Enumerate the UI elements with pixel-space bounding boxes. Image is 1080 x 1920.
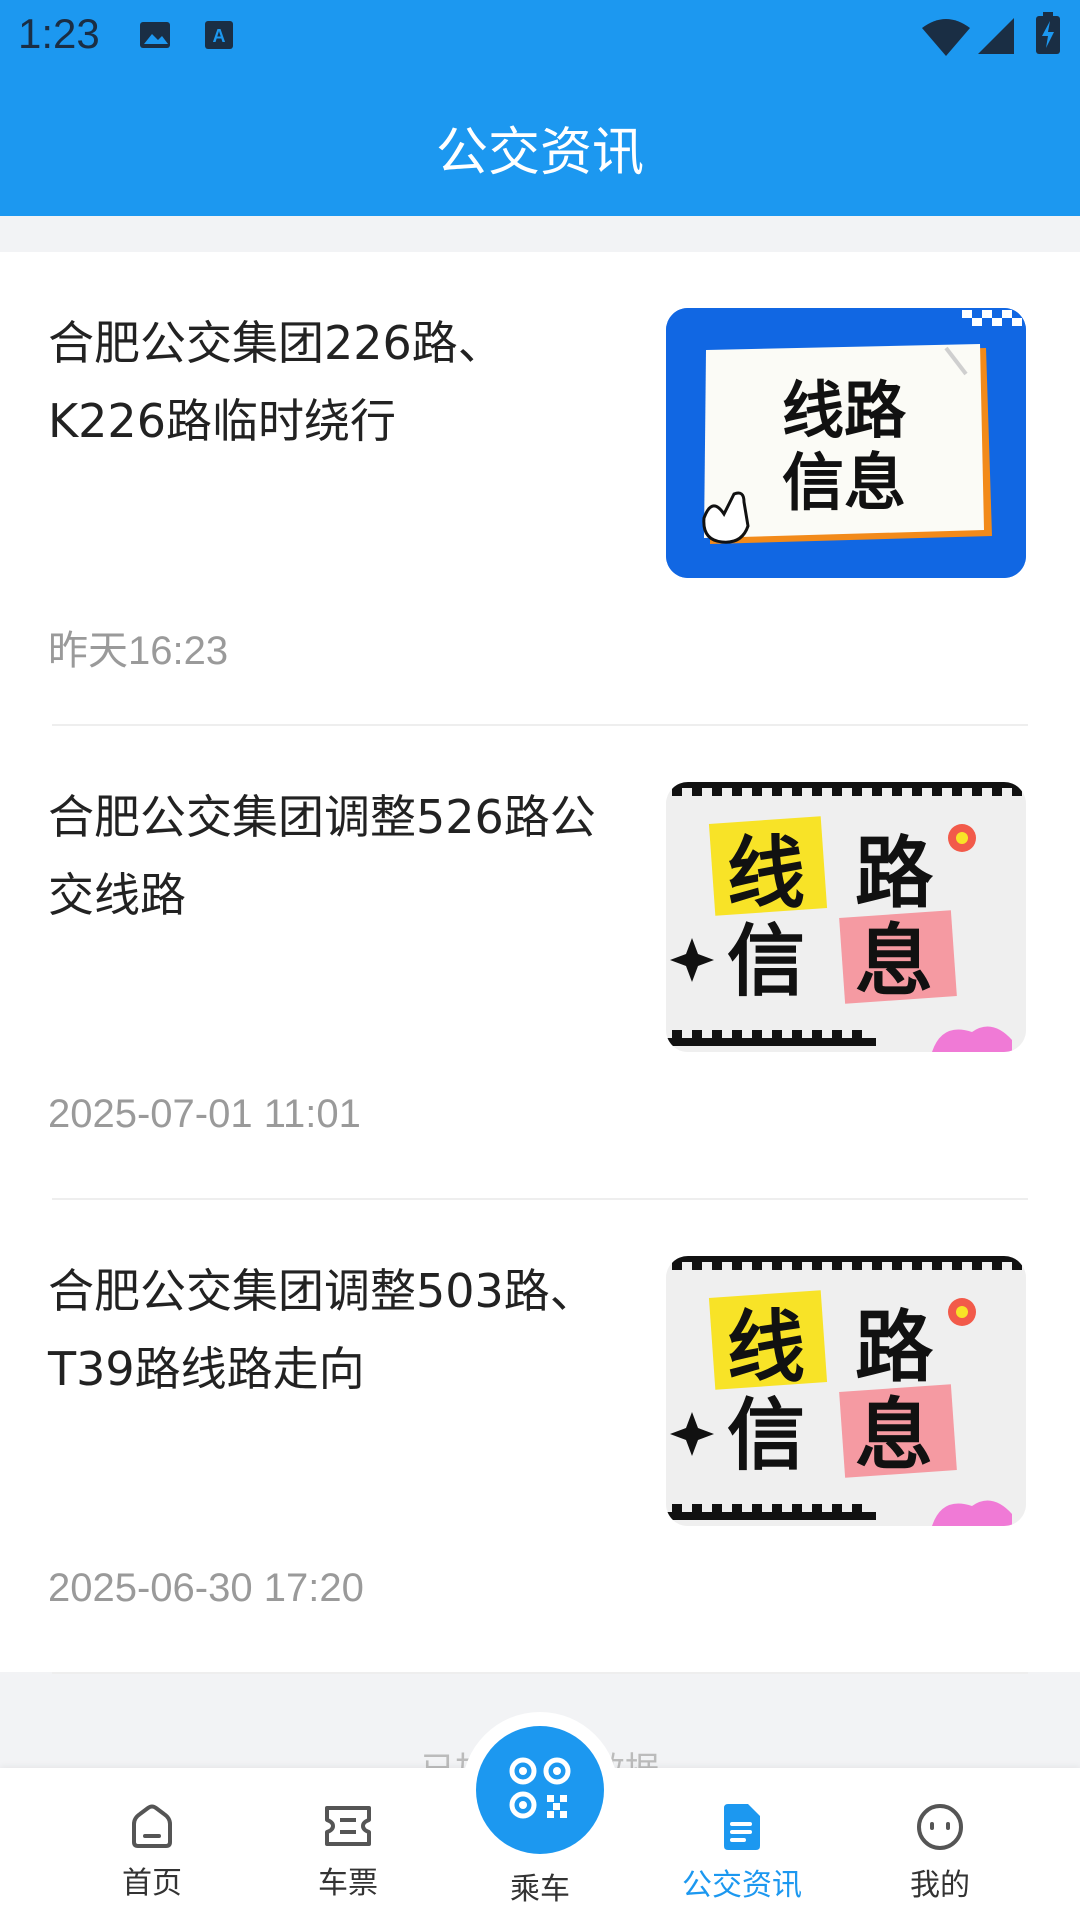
svg-text:线路: 线路 bbox=[782, 374, 907, 447]
status-time: 1:23 bbox=[18, 10, 100, 57]
a-box-icon: A bbox=[204, 18, 234, 56]
tab-label: 公交资讯 bbox=[682, 1868, 802, 1903]
svg-text:线: 线 bbox=[727, 1303, 805, 1393]
divider bbox=[52, 1672, 1028, 1674]
svg-text:线: 线 bbox=[727, 829, 805, 919]
tab-label: 乘车 bbox=[510, 1872, 570, 1907]
tab-home[interactable]: 首页 bbox=[72, 1802, 232, 1902]
document-icon bbox=[720, 1804, 764, 1856]
tab-bus-news[interactable]: 公交资讯 bbox=[662, 1802, 822, 1904]
svg-text:A: A bbox=[213, 26, 226, 46]
news-list: 合肥公交集团226路、K226路临时绕行 线路 信息 昨天16:23 合肥公交集… bbox=[0, 252, 1080, 1674]
tab-label: 我的 bbox=[910, 1868, 970, 1903]
battery-charging-icon bbox=[1036, 12, 1060, 58]
news-title: 合肥公交集团226路、K226路临时绕行 bbox=[48, 316, 504, 448]
tab-label: 首页 bbox=[122, 1866, 182, 1901]
news-date: 2025-07-01 11:01 bbox=[48, 1092, 361, 1136]
ride-button-wrapper bbox=[462, 1712, 618, 1868]
ticket-icon bbox=[323, 1806, 373, 1854]
wifi-icon bbox=[922, 18, 970, 60]
image-icon bbox=[138, 18, 172, 56]
profile-face-icon bbox=[915, 1804, 965, 1856]
news-thumbnail: 线路 信息 bbox=[666, 308, 1026, 578]
news-thumbnail: 线 路 信 息 bbox=[666, 1256, 1026, 1526]
tab-ticket[interactable]: 车票 bbox=[268, 1802, 428, 1902]
tab-label: 车票 bbox=[318, 1866, 378, 1901]
news-item[interactable]: 合肥公交集团调整526路公交线路 线 路 信 息 2025-07-01 11:0… bbox=[0, 726, 1080, 1200]
svg-text:信: 信 bbox=[727, 917, 805, 1007]
svg-text:路: 路 bbox=[855, 1303, 934, 1393]
news-title: 合肥公交集团调整526路公交线路 bbox=[48, 790, 596, 922]
status-bar: 1:23 A bbox=[0, 0, 1080, 72]
qr-code-icon bbox=[505, 1753, 575, 1827]
tab-mine[interactable]: 我的 bbox=[860, 1802, 1020, 1904]
news-title: 合肥公交集团调整503路、T39路线路走向 bbox=[48, 1264, 596, 1396]
app-header: 1:23 A 公交资讯 bbox=[0, 0, 1080, 216]
svg-text:信息: 信息 bbox=[782, 446, 906, 519]
svg-text:息: 息 bbox=[855, 917, 933, 1007]
home-icon bbox=[128, 1804, 176, 1854]
ride-button[interactable] bbox=[476, 1726, 604, 1854]
signal-icon bbox=[978, 18, 1014, 58]
news-item[interactable]: 合肥公交集团调整503路、T39路线路走向 线 路 信 息 2025-06-30… bbox=[0, 1200, 1080, 1674]
news-item[interactable]: 合肥公交集团226路、K226路临时绕行 线路 信息 昨天16:23 bbox=[0, 252, 1080, 726]
news-thumbnail: 线 路 信 息 bbox=[666, 782, 1026, 1052]
svg-text:路: 路 bbox=[855, 829, 934, 919]
svg-text:息: 息 bbox=[855, 1391, 933, 1481]
news-date: 2025-06-30 17:20 bbox=[48, 1566, 364, 1610]
news-date: 昨天16:23 bbox=[48, 629, 229, 673]
svg-text:信: 信 bbox=[727, 1391, 805, 1481]
page-title: 公交资讯 bbox=[435, 123, 644, 183]
